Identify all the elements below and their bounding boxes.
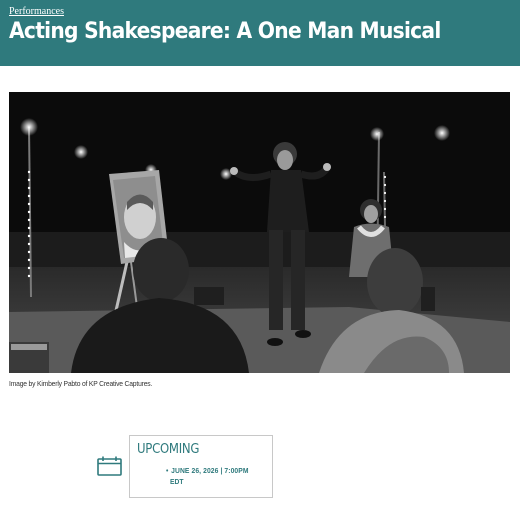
performance-photo — [9, 92, 510, 373]
bullet: • — [166, 466, 169, 475]
page-header: Performances Acting Shakespeare: A One M… — [0, 0, 520, 66]
photo-caption: Image by Kimberly Pabto of KP Creative C… — [9, 379, 153, 388]
breadcrumb-performances[interactable]: Performances — [9, 6, 64, 17]
event-timezone: EDT — [170, 477, 184, 486]
calendar-icon — [97, 456, 122, 476]
event-date-link[interactable]: • JUNE 26, 2026 | 7:00PM — [166, 466, 249, 475]
event-date-time[interactable]: JUNE 26, 2026 | 7:00PM — [171, 466, 248, 475]
event-status: UPCOMING — [137, 442, 200, 457]
event-card: UPCOMING • JUNE 26, 2026 | 7:00PM EDT — [129, 435, 273, 498]
page-title: Acting Shakespeare: A One Man Musical — [9, 19, 441, 44]
